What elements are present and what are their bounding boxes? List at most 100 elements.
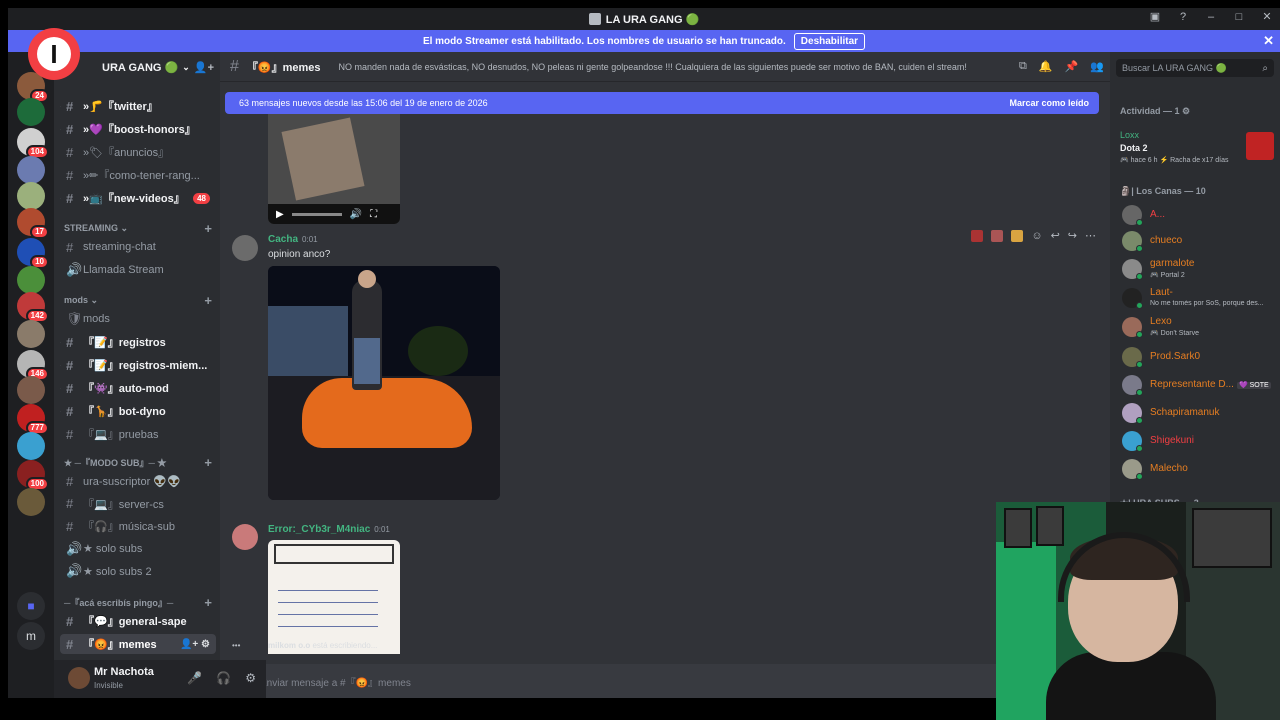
server-icon[interactable] [17, 432, 45, 460]
server-icon[interactable] [17, 182, 45, 210]
author-name[interactable]: Cacha [268, 234, 298, 245]
channel-item[interactable]: ▸#『🦒』bot-dyno [60, 401, 216, 421]
channel-item[interactable]: ▸#»💜『boost-honors』 [60, 119, 216, 139]
channel-item[interactable]: # ura-suscriptor 👽👽 [60, 471, 216, 491]
reaction-icon[interactable] [1011, 229, 1024, 242]
channel-item[interactable]: 🔊 ★ solo subs 2 [60, 561, 216, 581]
channel-item[interactable]: # 『💻』server-cs [60, 494, 216, 514]
help-icon[interactable]: ? [1176, 11, 1190, 23]
threads-icon[interactable]: ⧉ [1019, 60, 1027, 73]
channel-item[interactable]: # 『💻』pruebas [60, 424, 216, 444]
channel-settings-icon[interactable]: 👤+ ⚙ [180, 639, 210, 650]
author-name[interactable]: Error:_CYb3r_M4niac [268, 524, 370, 535]
channel-item[interactable]: 🛡 mods [60, 309, 216, 329]
close-icon[interactable]: ✕ [1263, 33, 1274, 49]
channel-topic[interactable]: NO manden nada de esvásticas, NO desnudo… [339, 62, 967, 72]
close-button[interactable]: ✕ [1260, 10, 1274, 23]
disable-streamer-button[interactable]: Deshabilitar [793, 32, 866, 50]
channel-category[interactable]: STREAMING ⌄ + [64, 220, 214, 236]
maximize-button[interactable]: □ [1232, 11, 1246, 23]
add-channel-icon[interactable]: + [204, 455, 212, 470]
avatar[interactable] [232, 235, 258, 261]
bell-icon[interactable]: 🔔 [1039, 60, 1053, 73]
server-icon[interactable]: 17 [17, 208, 49, 239]
play-icon[interactable]: ▶ [276, 209, 284, 220]
more-icon[interactable]: ⋯ [1085, 229, 1096, 242]
avatar[interactable] [232, 524, 258, 550]
members-icon[interactable]: 👥 [1090, 60, 1104, 73]
avatar[interactable] [68, 667, 90, 689]
member-item[interactable]: chueco [1120, 228, 1274, 254]
server-icon[interactable] [17, 488, 45, 516]
member-item[interactable]: Prod.Sark0 [1120, 344, 1274, 370]
server-icon[interactable] [17, 266, 45, 294]
message-placeholder[interactable]: Enviar mensaje a #『😡』memes [260, 674, 411, 689]
message-author[interactable]: Error:_CYb3r_M4niac 0:01 [268, 524, 390, 535]
gear-icon[interactable]: ⚙ [245, 671, 256, 685]
server-icon[interactable]: 10 [17, 238, 49, 269]
activity-card[interactable]: Loxx Dota 2 🎮 hace 6 h ⚡ Racha de x17 dí… [1116, 126, 1274, 170]
channel-item[interactable]: # 『🎧』música-sub [60, 516, 216, 536]
add-member-icon[interactable]: 👤+ [194, 61, 214, 74]
channel-label: mods [83, 313, 110, 325]
server-icon[interactable] [17, 98, 45, 126]
add-channel-icon[interactable]: + [204, 221, 212, 236]
video-attachment[interactable]: ▶ 🔊 ⛶ [268, 114, 400, 224]
mark-as-read-button[interactable]: Marcar como leído [1009, 98, 1089, 108]
headphones-icon[interactable]: 🎧 [216, 671, 231, 685]
pin-icon[interactable]: 📌 [1065, 60, 1079, 73]
server-icon[interactable]: 777 [17, 404, 49, 435]
image-attachment[interactable] [268, 266, 500, 500]
channel-item[interactable]: ▸#『📝』registros [60, 332, 216, 352]
member-item[interactable]: Representante D... 💜 SOTE [1120, 372, 1274, 398]
server-icon[interactable]: 146 [17, 350, 49, 381]
member-item[interactable]: Malecho [1120, 456, 1274, 482]
video-progress[interactable] [291, 212, 342, 216]
add-reaction-icon[interactable]: ☺ [1031, 230, 1042, 242]
reaction-icon[interactable] [971, 229, 984, 242]
channel-item[interactable]: ▸#»✏『como-tener-rang... [60, 165, 216, 185]
channel-item[interactable]: # streaming-chat [60, 237, 216, 257]
member-item[interactable]: Laut- No me tomés por SoS, porque des... [1120, 285, 1274, 311]
channel-item[interactable]: ▸#『📝』registros-miem... [60, 355, 216, 375]
server-icon[interactable] [17, 376, 45, 404]
server-icon[interactable]: 104 [17, 128, 49, 159]
channel-item[interactable]: 🔊 Llamada Stream [60, 260, 216, 280]
member-item[interactable]: Schapiramanuk [1120, 400, 1274, 426]
microphone-icon[interactable]: 🎤 [187, 671, 202, 685]
message-author[interactable]: Cacha 0:01 [268, 234, 318, 245]
forward-icon[interactable]: ↪ [1068, 229, 1077, 242]
member-item[interactable]: Shigekuni [1120, 428, 1274, 454]
server-icon[interactable] [17, 320, 45, 348]
message-input[interactable]: + Enviar mensaje a #『😡』memes [230, 664, 1100, 698]
channel-item[interactable]: ▸#»🏷『anuncios』 [60, 142, 216, 162]
folder-icon[interactable]: ■ [17, 592, 45, 620]
fullscreen-icon[interactable]: ⛶ [370, 209, 377, 220]
search-input[interactable]: Buscar LA URA GANG 🟢 ⌕ [1116, 59, 1274, 77]
channel-item[interactable]: # 『💬』general-sape [60, 611, 216, 631]
channel-category[interactable]: ★ ─『MODO SUB』─ ★ + [64, 454, 214, 470]
add-channel-icon[interactable]: + [204, 293, 212, 308]
add-channel-icon[interactable]: + [204, 595, 212, 610]
server-icon[interactable] [17, 156, 45, 184]
member-item[interactable]: garmalote 🎮 Portal 2 [1120, 256, 1274, 282]
channel-item[interactable]: # 『😡』memes 👤+ ⚙ [60, 634, 216, 654]
server-icon[interactable]: 100 [17, 460, 49, 491]
member-item[interactable]: Lexo 🎮 Don't Starve [1120, 314, 1274, 340]
minimize-button[interactable]: – [1204, 11, 1218, 23]
reply-icon[interactable]: ↩ [1051, 229, 1060, 242]
volume-icon[interactable]: 🔊 [350, 209, 362, 220]
channel-item[interactable]: ▸#»📺『new-videos』48 [60, 188, 216, 208]
channel-category[interactable]: mods ⌄ + [64, 292, 214, 308]
channel-item[interactable]: ▸#『👾』auto-mod [60, 378, 216, 398]
channel-item[interactable]: 🔊 ★ solo subs [60, 539, 216, 559]
server-icon[interactable]: m [17, 622, 45, 650]
reaction-icon[interactable] [991, 229, 1004, 242]
member-item[interactable]: A... [1120, 202, 1274, 228]
inbox-icon[interactable]: ▣ [1148, 10, 1162, 23]
channel-item[interactable]: ▸#»🦵『twitter』 [60, 96, 216, 116]
channel-category[interactable]: ─『acá escribís pingo』─ + [64, 594, 214, 610]
image-attachment[interactable] [268, 540, 400, 654]
server-icon[interactable]: 142 [17, 292, 49, 323]
new-messages-bar[interactable]: 63 mensajes nuevos desde las 15:06 del 1… [225, 92, 1099, 114]
